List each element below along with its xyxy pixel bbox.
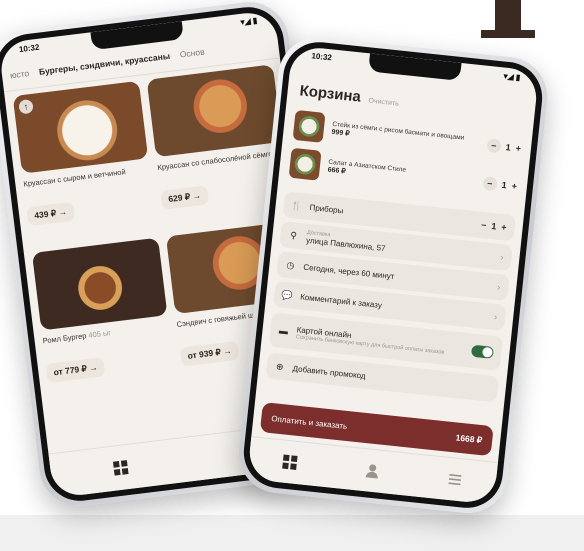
phone-right: 10:32 ▾◢ ▮ Корзина Очистить Стейк из сём… (234, 33, 552, 517)
product-card[interactable]: ↑ Круассан с сыром и ветчиной 439 ₽ → (12, 80, 157, 245)
brand-mark (481, 0, 535, 38)
price-button[interactable]: от 939 ₽ → (179, 340, 240, 367)
pay-label: Оплатить и заказать (270, 413, 348, 431)
clock-icon: ◷ (286, 259, 295, 271)
tab-main[interactable]: Основ (179, 47, 206, 70)
payment-note: Сохранить банковскую карту для быстрой о… (295, 333, 445, 356)
plus-button[interactable]: + (501, 222, 507, 232)
quantity-stepper: − 1 + (482, 175, 518, 194)
item-thumbnail (288, 147, 322, 181)
chevron-right-icon: › (493, 311, 498, 323)
comment-label: Комментарий к заказу (299, 291, 383, 310)
status-time: 10:32 (18, 42, 40, 55)
plus-button[interactable]: + (515, 143, 521, 153)
minus-button[interactable]: − (486, 138, 502, 154)
status-time: 10:32 (310, 51, 333, 63)
back-arrow-icon[interactable]: ↑ (18, 98, 34, 115)
cutlery-label: Приборы (309, 202, 344, 215)
quantity-stepper: − 1 + (486, 138, 522, 156)
location-icon: ⚲ (289, 229, 298, 241)
price-button[interactable]: 439 ₽ → (26, 201, 76, 227)
item-thumbnail (292, 109, 326, 143)
grid-icon[interactable] (111, 459, 129, 477)
minus-button[interactable]: − (481, 220, 487, 230)
card-icon: ▬ (278, 325, 289, 337)
comment-icon: 💬 (281, 289, 294, 301)
signal-icon: ▾◢ ▮ (503, 71, 521, 83)
menu-icon[interactable] (446, 471, 464, 489)
cart-screen: 10:32 ▾◢ ▮ Корзина Очистить Стейк из сём… (246, 45, 540, 505)
price-button[interactable]: от 779 ₽ → (45, 357, 106, 384)
price-button[interactable]: 629 ₽ → (160, 185, 210, 210)
item-qty: 1 (505, 142, 512, 153)
chevron-right-icon: › (496, 281, 501, 293)
plus-button[interactable]: + (511, 181, 517, 191)
cutlery-qty: 1 (490, 221, 497, 232)
promo-label: Добавить промокод (292, 363, 367, 381)
grid-icon[interactable] (281, 453, 299, 471)
floor (0, 515, 584, 551)
signal-icon: ▾◢ ▮ (240, 15, 258, 27)
user-icon[interactable] (364, 462, 382, 480)
product-image (31, 237, 168, 331)
tab-partial[interactable]: юсто (9, 68, 30, 90)
order-total: 1668 ₽ (455, 431, 483, 445)
product-card[interactable]: Ромл Бургер 405 ыг от 779 ₽ → (31, 237, 176, 402)
item-qty: 1 (501, 179, 508, 191)
product-image (146, 64, 283, 158)
chevron-right-icon: › (499, 252, 504, 263)
product-image: ↑ (12, 80, 149, 174)
save-card-toggle[interactable] (470, 344, 495, 359)
cutlery-stepper: − 1 + (481, 220, 507, 233)
minus-button[interactable]: − (482, 175, 498, 192)
fork-knife-icon: 🍴 (290, 199, 303, 211)
clear-cart-button[interactable]: Очистить (368, 97, 399, 107)
cart-title: Корзина (298, 82, 362, 106)
plus-circle-icon: ⊕ (275, 360, 285, 372)
